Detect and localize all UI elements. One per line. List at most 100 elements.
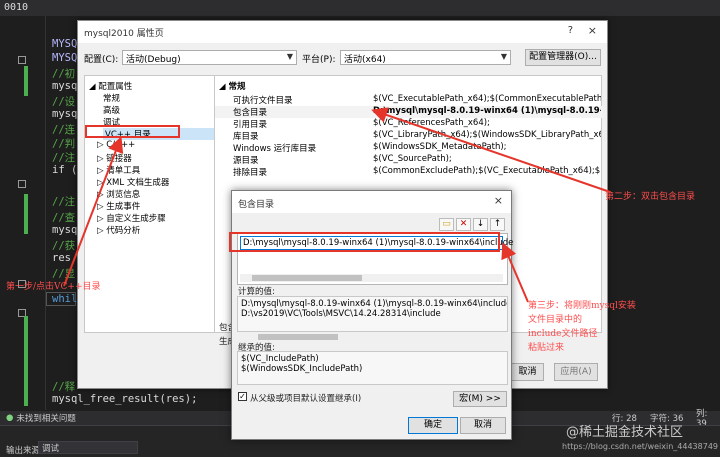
tree-item[interactable]: ▷ 浏览信息: [97, 188, 140, 200]
include-dialog-title: 包含目录: [238, 200, 275, 210]
inherited-value-1: $(VC_IncludePath): [241, 354, 319, 364]
scrollbar-thumb[interactable]: [252, 275, 362, 281]
collapse-icon[interactable]: [18, 180, 26, 188]
property-name: 包含目录: [233, 108, 268, 118]
include-dialog-titlebar: 包含目录 ×: [232, 191, 511, 213]
platform-select[interactable]: 活动(x64) ▼: [340, 50, 511, 65]
property-value: D:\mysql\mysql-8.0.19-winx64 (1)\mysql-8…: [373, 106, 601, 116]
code-line[interactable]: mysq: [52, 224, 77, 236]
tree-item[interactable]: ◢ 配置属性: [89, 80, 132, 92]
section-general[interactable]: ◢ 常规: [215, 80, 603, 92]
include-dirs-dialog: 包含目录 × ▭ ✕ ↓ ↑ D:\mysql\mysql-8.0.19-win…: [231, 190, 513, 440]
code-line[interactable]: if (: [52, 164, 77, 176]
code-line[interactable]: MYSQ: [52, 38, 77, 50]
platform-value: 活动(x64): [344, 55, 386, 65]
property-name: 排除目录: [233, 168, 268, 178]
collapse-icon[interactable]: [18, 56, 26, 64]
code-line[interactable]: //注: [52, 150, 75, 165]
new-line-icon[interactable]: ▭: [439, 218, 454, 231]
config-label: 配置(C):: [84, 55, 119, 65]
step3-annotation-2: 文件目录中的: [528, 315, 583, 325]
property-name: 库目录: [233, 132, 259, 142]
tree-item[interactable]: ▷ C/C++: [97, 140, 135, 150]
editor-gutter: [0, 16, 46, 410]
watermark-url: https://blog.csdn.net/weixin_44438749: [562, 442, 719, 451]
config-select[interactable]: 活动(Debug) ▼: [122, 50, 297, 65]
dialog-title: mysql2010 属性页: [84, 29, 164, 39]
property-row[interactable]: Windows 运行库目录 $(WindowsSDK_MetadataPath);: [215, 142, 603, 154]
cancel-button[interactable]: 取消: [460, 417, 506, 434]
config-manager-button[interactable]: 配置管理器(O)...: [525, 49, 601, 66]
code-line[interactable]: //查: [52, 210, 75, 225]
code-line[interactable]: //初: [52, 66, 75, 81]
close-icon[interactable]: ×: [494, 194, 503, 207]
tree-item[interactable]: ▷ 代码分析: [97, 224, 140, 236]
property-value: $(CommonExcludePath);$(VC_ExecutablePath…: [373, 166, 601, 176]
output-source-value: 调试: [42, 444, 60, 454]
close-icon[interactable]: ×: [588, 24, 597, 37]
tree-item[interactable]: ▷ XML 文档生成器: [97, 176, 169, 188]
include-path-highlight: [229, 232, 500, 252]
output-source-select[interactable]: 调试: [38, 441, 138, 454]
code-line[interactable]: MYSQ: [52, 52, 77, 64]
step1-annotation: 第一步/点击VC++目录: [6, 282, 101, 292]
code-line[interactable]: //连: [52, 122, 75, 137]
code-line[interactable]: //设: [52, 94, 75, 109]
computed-scrollbar[interactable]: [238, 333, 501, 341]
property-row[interactable]: 排除目录 $(CommonExcludePath);$(VC_Executable…: [215, 166, 603, 178]
property-row[interactable]: 库目录 $(VC_LibraryPath_x64);$(WindowsSDK_Li…: [215, 130, 603, 142]
help-icon[interactable]: ?: [568, 25, 573, 36]
tree-item[interactable]: ▷ 自定义生成步骤: [97, 212, 166, 224]
property-row[interactable]: 源目录 $(VC_SourcePath);: [215, 154, 603, 166]
property-row[interactable]: 可执行文件目录 $(VC_ExecutablePath_x64);$(Common…: [215, 94, 603, 106]
editor-top-title: 0010: [4, 2, 29, 13]
scrollbar-thumb[interactable]: [258, 334, 338, 340]
ok-button[interactable]: 确定: [408, 417, 458, 434]
move-up-icon[interactable]: ↑: [490, 218, 505, 231]
property-name: Windows 运行库目录: [233, 144, 317, 154]
change-marker: [24, 316, 28, 406]
inherit-checkbox[interactable]: ✓: [238, 392, 247, 401]
property-value: $(VC_LibraryPath_x64);$(WindowsSDK_Libra…: [373, 130, 601, 140]
chevron-down-icon: ▼: [500, 52, 507, 61]
code-line[interactable]: //判: [52, 136, 75, 151]
step3-annotation-1: 第三步：将刚刚mysql安装: [528, 301, 636, 311]
code-line[interactable]: //释: [52, 379, 75, 394]
chevron-down-icon: ▼: [286, 52, 293, 61]
computed-values-box: D:\mysql\mysql-8.0.19-winx64 (1)\mysql-8…: [237, 296, 508, 332]
code-line[interactable]: mysq: [52, 108, 77, 120]
tree-item[interactable]: ▷ 生成事件: [97, 200, 140, 212]
issues-status[interactable]: 未找到相关问题: [16, 412, 76, 424]
code-line[interactable]: //获: [52, 238, 75, 253]
delete-icon[interactable]: ✕: [456, 218, 471, 231]
macros-button[interactable]: 宏(M) >>: [453, 391, 507, 407]
watermark-main: @稀土掘金技术社区: [566, 425, 684, 440]
inherit-checkbox-label[interactable]: 从父级或项目默认设置继承(I): [250, 392, 361, 404]
vc-dirs-highlight: [85, 125, 180, 138]
inherited-value-2: $(WindowsSDK_IncludePath): [241, 364, 363, 374]
tree-item[interactable]: 高级: [103, 104, 120, 116]
horizontal-scrollbar[interactable]: [240, 274, 503, 282]
change-marker: [24, 194, 28, 234]
property-name: 可执行文件目录: [233, 96, 293, 106]
code-line[interactable]: res: [52, 252, 71, 264]
computed-value-2: D:\vs2019\VC\Tools\MSVC\14.24.28314\incl…: [241, 309, 441, 319]
tree-item[interactable]: 常规: [103, 92, 120, 104]
tree-item[interactable]: ▷ 链接器: [97, 152, 132, 164]
move-down-icon[interactable]: ↓: [473, 218, 488, 231]
dialog-titlebar: mysql2010 属性页 ? ×: [78, 21, 607, 43]
code-line[interactable]: mysq: [52, 80, 77, 92]
change-marker: [24, 66, 28, 96]
apply-button[interactable]: 应用(A): [554, 363, 598, 381]
computed-value-1: D:\mysql\mysql-8.0.19-winx64 (1)\mysql-8…: [241, 299, 508, 309]
tree-item[interactable]: ▷ 清单工具: [97, 164, 140, 176]
config-value: 活动(Debug): [126, 55, 181, 65]
code-line[interactable]: mysql_free_result(res);: [52, 393, 197, 405]
property-value: $(VC_SourcePath);: [373, 154, 452, 164]
property-row[interactable]: 引用目录 $(VC_ReferencesPath_x64);: [215, 118, 603, 130]
section-general-label: ◢ 常规: [219, 82, 246, 92]
code-line[interactable]: //注: [52, 194, 75, 209]
property-value: $(VC_ExecutablePath_x64);$(CommonExecuta…: [373, 94, 601, 104]
property-row[interactable]: 包含目录 D:\mysql\mysql-8.0.19-winx64 (1)\mys…: [215, 106, 603, 118]
cancel-button[interactable]: 取消: [511, 363, 544, 381]
